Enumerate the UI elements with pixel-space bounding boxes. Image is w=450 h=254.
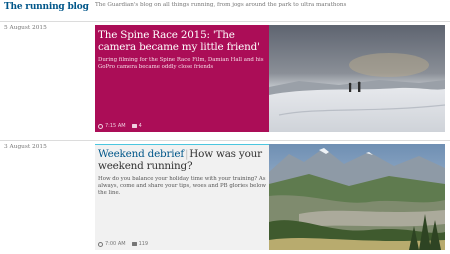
- article-standfirst: During filming for the Spine Race Film, …: [98, 57, 264, 70]
- blog-description: The Guardian's blog on all things runnin…: [95, 2, 347, 8]
- article-headline[interactable]: Weekend debrief|How was your weekend run…: [98, 148, 266, 172]
- clock-icon: [98, 123, 103, 129]
- comment-icon: [131, 124, 137, 128]
- comment-icon: [131, 242, 137, 246]
- date-section: 3 August 2015 Weekend debrief|How was yo…: [0, 140, 450, 254]
- snow-hikers-photo[interactable]: [269, 25, 445, 132]
- blog-title[interactable]: The running blog: [4, 2, 89, 12]
- card-text-panel: Weekend debrief|How was your weekend run…: [95, 144, 269, 250]
- article-card[interactable]: Weekend debrief|How was your weekend run…: [95, 144, 445, 250]
- timestamp: 7:15 AM: [98, 123, 126, 129]
- kicker-separator: |: [184, 148, 189, 160]
- section-date: 5 August 2015: [4, 25, 47, 31]
- comment-count[interactable]: 119: [131, 241, 149, 247]
- comment-count-text: 4: [138, 123, 142, 129]
- article-headline[interactable]: The Spine Race 2015: 'The camera became …: [98, 29, 266, 53]
- comment-count-text: 119: [138, 241, 149, 247]
- card-text-panel: The Spine Race 2015: 'The camera became …: [95, 25, 269, 132]
- comment-count[interactable]: 4: [131, 123, 142, 129]
- alpine-valley-photo[interactable]: [269, 144, 445, 250]
- article-standfirst: How do you balance your holiday time wit…: [98, 176, 266, 196]
- timestamp: 7:00 AM: [98, 241, 126, 247]
- timestamp-text: 7:15 AM: [105, 123, 126, 129]
- clock-icon: [98, 241, 103, 247]
- article-meta: 7:00 AM 119: [98, 241, 148, 247]
- blog-header: The running blog The Guardian's blog on …: [0, 0, 450, 22]
- article-kicker[interactable]: Weekend debrief: [98, 148, 184, 160]
- date-section: 5 August 2015 The Spine Race 2015: 'The …: [0, 22, 450, 139]
- timestamp-text: 7:00 AM: [105, 241, 126, 247]
- article-meta: 7:15 AM 4: [98, 123, 142, 129]
- section-date: 3 August 2015: [4, 144, 47, 150]
- article-card[interactable]: The Spine Race 2015: 'The camera became …: [95, 25, 445, 132]
